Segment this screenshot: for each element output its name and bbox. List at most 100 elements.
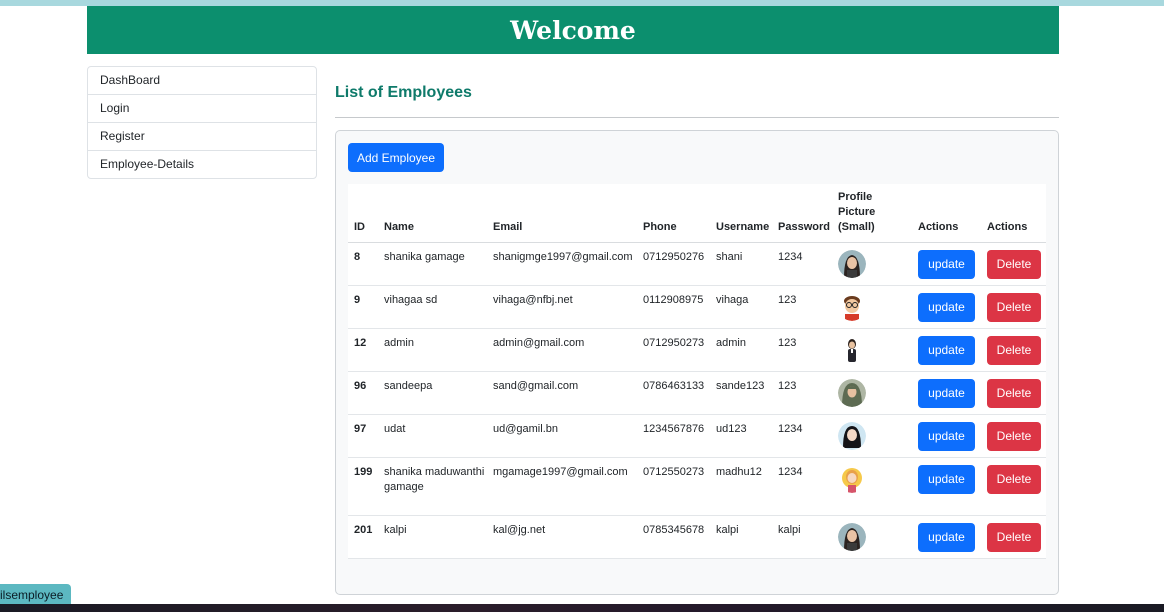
update-button[interactable]: update <box>918 522 975 552</box>
delete-cell: Delete <box>981 285 1046 329</box>
delete-cell: Delete <box>981 515 1046 559</box>
employee-password: 123 <box>772 285 832 329</box>
table-row: 96 sandeepa sand@gmail.com 0786463133 sande1… <box>348 371 1046 415</box>
column-header-phone: Phone <box>637 184 710 243</box>
update-button[interactable]: update <box>918 292 975 322</box>
employee-id: 9 <box>348 285 378 329</box>
profile-picture-cell <box>832 457 912 516</box>
column-header-username: Username <box>710 184 772 243</box>
profile-picture-cell <box>832 242 912 286</box>
delete-button[interactable]: Delete <box>987 522 1041 552</box>
update-button[interactable]: update <box>918 464 975 494</box>
profile-picture-cell <box>832 515 912 559</box>
table-row: 12 admin admin@gmail.com 0712950273 admin 123… <box>348 328 1046 372</box>
employee-id: 8 <box>348 242 378 286</box>
table-row: 9 vihagaa sd vihaga@nfbj.net 0112908975 viha… <box>348 285 1046 329</box>
employee-username: ud123 <box>710 414 772 458</box>
employee-id: 12 <box>348 328 378 372</box>
employee-name: admin <box>378 328 487 372</box>
employee-id: 96 <box>348 371 378 415</box>
column-header-actions-2: Actions <box>981 184 1046 243</box>
employee-name: sandeepa <box>378 371 487 415</box>
table-row: 8 shanika gamage shanigmge1997@gmail.com 07… <box>348 242 1046 286</box>
column-header-name: Name <box>378 184 487 243</box>
employee-phone: 0712950276 <box>637 242 710 286</box>
woman-long-hair-avatar <box>838 522 866 551</box>
employees-card: Add Employee ID Name Email Phone Usernam… <box>335 130 1059 595</box>
delete-button[interactable]: Delete <box>987 378 1041 408</box>
employee-name: kalpi <box>378 515 487 559</box>
table-row: 199 shanika maduwanthi gamage mgamage1997@… <box>348 457 1046 516</box>
profile-picture-cell <box>832 371 912 415</box>
employee-username: shani <box>710 242 772 286</box>
status-tab[interactable]: ilsemployee <box>0 584 72 606</box>
table-row: 97 udat ud@gamil.bn 1234567876 ud123 1234 upda… <box>348 414 1046 458</box>
table-header-row: ID Name Email Phone Username Password Pr… <box>348 184 1046 243</box>
delete-button[interactable]: Delete <box>987 335 1041 365</box>
update-cell: update <box>912 414 981 458</box>
update-cell: update <box>912 242 981 286</box>
employee-name: shanika gamage <box>378 242 487 286</box>
employee-name: vihagaa sd <box>378 285 487 329</box>
page-title: List of Employees <box>335 84 472 101</box>
woman-long-hair-avatar <box>838 249 866 278</box>
employee-password: 123 <box>772 371 832 415</box>
column-header-actions: Actions <box>912 184 981 243</box>
employee-email: sand@gmail.com <box>487 371 637 415</box>
hijab-woman-avatar <box>838 378 866 407</box>
employee-phone: 0786463133 <box>637 371 710 415</box>
sidebar-item-register[interactable]: Register <box>88 123 316 151</box>
update-cell: update <box>912 457 981 516</box>
profile-picture-cell <box>832 328 912 372</box>
sun-girl-avatar <box>838 464 866 493</box>
employee-password: 123 <box>772 328 832 372</box>
employee-email: shanigmge1997@gmail.com <box>487 242 637 286</box>
employee-phone: 0785345678 <box>637 515 710 559</box>
employee-username: kalpi <box>710 515 772 559</box>
update-button[interactable]: update <box>918 421 975 451</box>
employee-email: vihaga@nfbj.net <box>487 285 637 329</box>
delete-cell: Delete <box>981 371 1046 415</box>
employee-email: admin@gmail.com <box>487 328 637 372</box>
employee-email: ud@gamil.bn <box>487 414 637 458</box>
employee-username: vihaga <box>710 285 772 329</box>
employee-id: 199 <box>348 457 378 516</box>
employee-username: admin <box>710 328 772 372</box>
businesswoman-avatar <box>838 335 866 364</box>
employee-username: madhu12 <box>710 457 772 516</box>
employee-id: 97 <box>348 414 378 458</box>
sidebar-item-login[interactable]: Login <box>88 95 316 123</box>
update-cell: update <box>912 328 981 372</box>
update-cell: update <box>912 515 981 559</box>
update-button[interactable]: update <box>918 335 975 365</box>
employee-phone: 1234567876 <box>637 414 710 458</box>
employee-phone: 0712550273 <box>637 457 710 516</box>
employee-password: 1234 <box>772 242 832 286</box>
update-button[interactable]: update <box>918 378 975 408</box>
delete-cell: Delete <box>981 328 1046 372</box>
add-employee-button[interactable]: Add Employee <box>348 143 444 172</box>
welcome-header: Welcome <box>87 6 1059 54</box>
delete-button[interactable]: Delete <box>987 292 1041 322</box>
delete-button[interactable]: Delete <box>987 249 1041 279</box>
employee-username: sande123 <box>710 371 772 415</box>
delete-cell: Delete <box>981 414 1046 458</box>
taskbar-strip <box>0 604 1164 612</box>
table-row: 201 kalpi kal@jg.net 0785345678 kalpi kalpi up… <box>348 515 1046 559</box>
delete-button[interactable]: Delete <box>987 421 1041 451</box>
sidebar-item-employee-details[interactable]: Employee-Details <box>88 151 316 178</box>
employee-name: shanika maduwanthi gamage <box>378 457 487 516</box>
update-button[interactable]: update <box>918 249 975 279</box>
header-title: Welcome <box>510 15 636 45</box>
employee-id: 201 <box>348 515 378 559</box>
column-header-password: Password <box>772 184 832 243</box>
employee-password: 1234 <box>772 457 832 516</box>
employee-email: kal@jg.net <box>487 515 637 559</box>
divider <box>335 117 1059 118</box>
delete-button[interactable]: Delete <box>987 464 1041 494</box>
employee-email: mgamage1997@gmail.com <box>487 457 637 516</box>
delete-cell: Delete <box>981 457 1046 516</box>
profile-picture-cell <box>832 414 912 458</box>
sidebar-item-dashboard[interactable]: DashBoard <box>88 67 316 95</box>
girl-dark-hair-avatar <box>838 421 866 450</box>
